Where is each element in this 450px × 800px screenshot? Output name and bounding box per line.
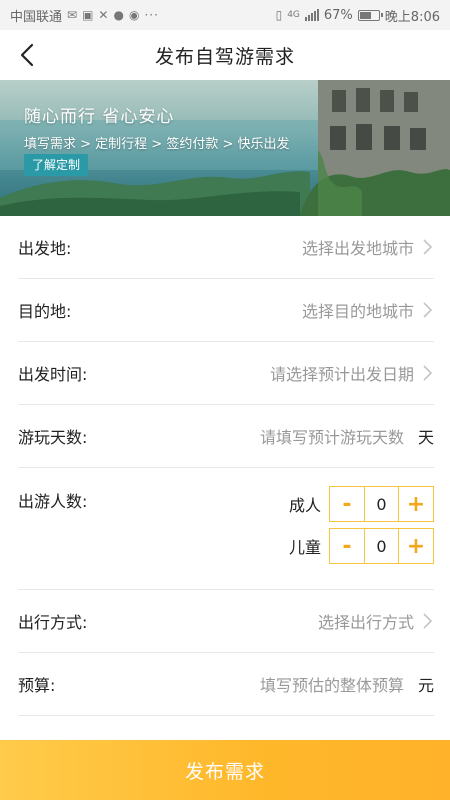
promo-banner[interactable]: 随心而行 省心安心 填写需求 > 定制行程 > 签约付款 > 快乐出发 了解定制 xyxy=(0,80,450,216)
adult-stepper: - 0 + xyxy=(329,486,434,522)
adult-count[interactable]: 0 xyxy=(364,487,399,521)
travel-mode-label: 出行方式: xyxy=(18,613,88,632)
missed-call-icon: ✕ xyxy=(98,8,109,22)
child-decrement-button[interactable]: - xyxy=(330,529,364,563)
days-input[interactable]: 请填写预计游玩天数 xyxy=(260,424,404,448)
chevron-right-icon xyxy=(423,302,433,318)
people-steppers: 成人 - 0 + 儿童 - 0 + xyxy=(289,486,434,570)
banner-text: 随心而行 省心安心 填写需求 > 定制行程 > 签约付款 > 快乐出发 xyxy=(24,102,289,152)
adult-increment-button[interactable]: + xyxy=(399,487,433,521)
carrier-name: 中国联通 xyxy=(10,9,63,25)
people-label: 出游人数: xyxy=(18,492,88,511)
chevron-right-icon xyxy=(423,365,433,381)
publish-request-button[interactable]: 发布需求 xyxy=(0,740,450,800)
people-row: 出游人数: 成人 - 0 + 儿童 - 0 + xyxy=(18,468,434,590)
days-label: 游玩天数: xyxy=(18,428,88,447)
travel-mode-selector[interactable]: 选择出行方式 xyxy=(318,609,434,633)
battery-icon xyxy=(357,9,383,21)
publish-request-label: 发布需求 xyxy=(184,760,265,783)
learn-more-button[interactable]: 了解定制 xyxy=(24,154,89,176)
departure-time-row[interactable]: 出发时间: 请选择预计出发日期 xyxy=(18,342,434,405)
travel-mode-placeholder: 选择出行方式 xyxy=(317,613,414,632)
destination-label: 目的地: xyxy=(18,302,72,321)
budget-unit: 元 xyxy=(417,676,434,695)
departure-time-label: 出发时间: xyxy=(18,365,88,384)
departure-placeholder: 选择出发地城市 xyxy=(301,239,414,258)
adult-label: 成人 xyxy=(288,496,321,515)
clock: 晚上8:06 xyxy=(384,9,440,25)
child-label: 儿童 xyxy=(288,538,321,557)
destination-row[interactable]: 目的地: 选择目的地城市 xyxy=(18,279,434,342)
child-increment-button[interactable]: + xyxy=(399,529,433,563)
destination-placeholder: 选择目的地城市 xyxy=(301,302,414,321)
status-left: 中国联通 ✉ ▣ ✕ ● ◉ ··· xyxy=(10,6,159,25)
signal-icon xyxy=(304,9,319,21)
departure-date-selector[interactable]: 请选择预计出发日期 xyxy=(270,361,434,385)
chat-bubble-icon: ● xyxy=(113,8,124,22)
chevron-left-icon xyxy=(20,43,34,67)
vibrate-icon: ▯ xyxy=(275,8,283,22)
departure-label: 出发地: xyxy=(18,239,72,258)
budget-row: 预算: 填写预估的整体预算 元 xyxy=(18,653,434,716)
chevron-right-icon xyxy=(423,613,433,629)
budget-input[interactable]: 填写预估的整体预算 xyxy=(260,672,404,696)
budget-input-wrap: 填写预估的整体预算 元 xyxy=(260,672,434,696)
app-notification-icon: ◉ xyxy=(128,8,140,22)
days-unit: 天 xyxy=(417,428,434,447)
child-stepper: - 0 + xyxy=(329,528,434,564)
nav-bar: 发布自驾游需求 xyxy=(0,30,450,80)
status-bar: 中国联通 ✉ ▣ ✕ ● ◉ ··· ▯ 4G 67% 晚上8:06 xyxy=(0,0,450,30)
wechat-icon: ✉ xyxy=(67,8,78,22)
message-icon: ▣ xyxy=(82,8,94,22)
request-form: 出发地: 选择出发地城市 目的地: 选择目的地城市 出发时间: 请选择预计出发日… xyxy=(0,216,450,756)
travel-mode-row[interactable]: 出行方式: 选择出行方式 xyxy=(18,590,434,653)
child-stepper-line: 儿童 - 0 + xyxy=(289,528,434,564)
page-title: 发布自驾游需求 xyxy=(154,45,295,68)
battery-level xyxy=(359,11,371,19)
banner-slogan: 随心而行 省心安心 xyxy=(24,107,175,127)
departure-row[interactable]: 出发地: 选择出发地城市 xyxy=(18,216,434,279)
destination-selector[interactable]: 选择目的地城市 xyxy=(302,298,434,322)
more-notifications-icon: ··· xyxy=(144,8,159,22)
back-button[interactable] xyxy=(10,38,44,72)
banner-steps: 填写需求 > 定制行程 > 签约付款 > 快乐出发 xyxy=(24,137,290,152)
departure-time-placeholder: 请选择预计出发日期 xyxy=(269,365,414,384)
network-type: 4G xyxy=(287,10,300,20)
battery-percent: 67% xyxy=(323,7,353,23)
departure-selector[interactable]: 选择出发地城市 xyxy=(302,235,434,259)
budget-label: 预算: xyxy=(18,676,56,695)
days-row: 游玩天数: 请填写预计游玩天数 天 xyxy=(18,405,434,468)
adult-decrement-button[interactable]: - xyxy=(330,487,364,521)
child-count[interactable]: 0 xyxy=(364,529,399,563)
adult-stepper-line: 成人 - 0 + xyxy=(289,486,434,522)
status-right: ▯ 4G 67% 晚上8:06 xyxy=(276,6,440,25)
chevron-right-icon xyxy=(423,239,433,255)
days-input-wrap: 请填写预计游玩天数 天 xyxy=(260,424,434,448)
